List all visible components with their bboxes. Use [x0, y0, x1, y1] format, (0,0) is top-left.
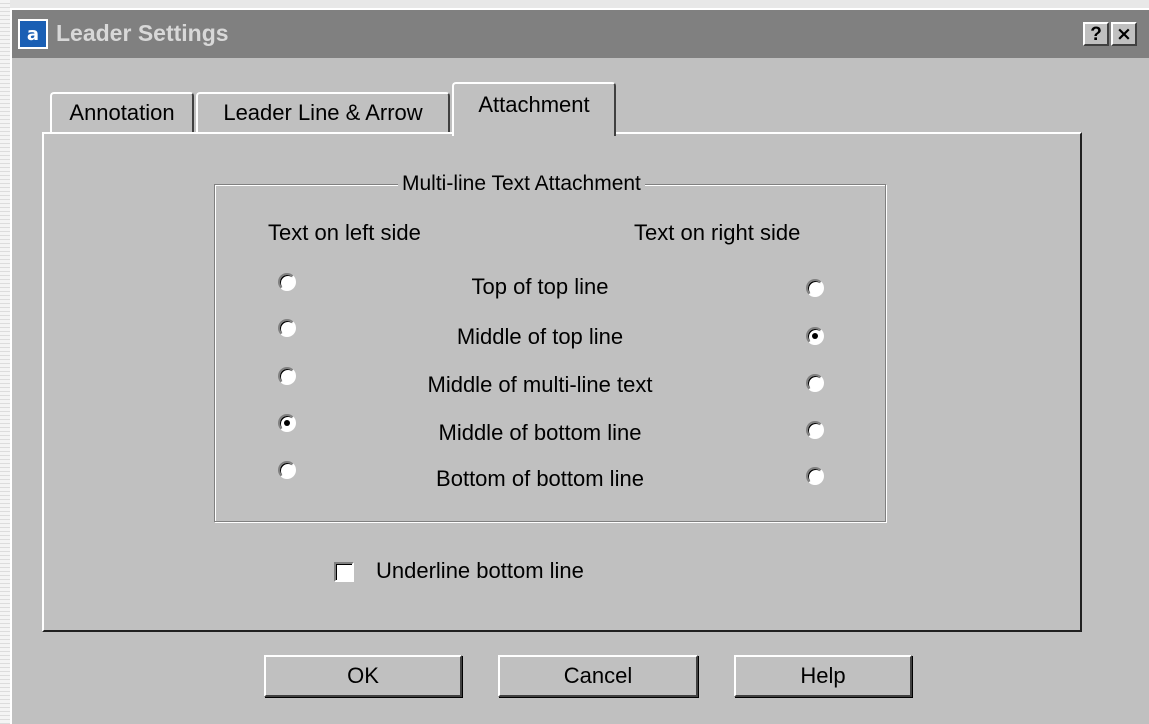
right-radio-top-of-top-line[interactable]: [806, 279, 824, 297]
window-title: Leader Settings: [56, 20, 229, 46]
right-radio-middle-of-top-line[interactable]: [806, 327, 824, 345]
help-button[interactable]: Help: [734, 655, 912, 697]
tab-attachment[interactable]: Attachment: [452, 82, 616, 136]
left-radio-top-of-top-line[interactable]: [278, 273, 296, 291]
left-radio-bottom-of-bottom-line[interactable]: [278, 461, 296, 479]
right-side-header: Text on right side: [634, 220, 801, 245]
option-label-middle-of-bottom-line: Middle of bottom line: [438, 420, 642, 445]
left-radio-middle-of-top-line[interactable]: [278, 319, 296, 337]
option-label-bottom-of-bottom-line: Bottom of bottom line: [436, 466, 644, 491]
option-label-top-of-top-line: Top of top line: [471, 274, 609, 299]
leader-settings-icon: a: [18, 19, 48, 49]
group-title: Multi-line Text Attachment: [398, 172, 645, 196]
left-radio-middle-of-multiline-text[interactable]: [278, 367, 296, 385]
ok-button[interactable]: OK: [264, 655, 462, 697]
right-radio-middle-of-bottom-line[interactable]: [806, 421, 824, 439]
close-button[interactable]: ×: [1111, 22, 1137, 46]
title-bar[interactable]: a Leader Settings ? ×: [12, 10, 1149, 58]
tab-annotation[interactable]: Annotation: [50, 92, 194, 132]
help-question-button[interactable]: ?: [1083, 22, 1109, 46]
underline-bottom-line-checkbox[interactable]: [334, 562, 354, 582]
leader-settings-dialog: a Leader Settings ? × Annotation Leader …: [10, 8, 1149, 724]
left-radio-middle-of-bottom-line[interactable]: [278, 414, 296, 432]
right-radio-bottom-of-bottom-line[interactable]: [806, 467, 824, 485]
background-edge: [0, 0, 10, 724]
left-side-header: Text on left side: [268, 220, 421, 245]
tab-leader-line-arrow[interactable]: Leader Line & Arrow: [196, 92, 450, 132]
option-label-middle-of-top-line: Middle of top line: [456, 324, 624, 349]
cancel-button[interactable]: Cancel: [498, 655, 698, 697]
right-radio-middle-of-multiline-text[interactable]: [806, 374, 824, 392]
underline-bottom-line-label[interactable]: Underline bottom line: [376, 558, 584, 584]
option-label-middle-of-multiline-text: Middle of multi-line text: [427, 372, 653, 397]
